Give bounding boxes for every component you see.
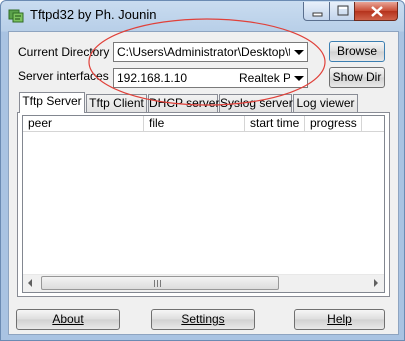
tab-tftp-client[interactable]: Tftp Client [86,94,147,112]
current-directory-label: Current Directory [18,45,110,59]
server-interfaces-label: Server interfaces [18,69,109,83]
settings-label: Settings [181,312,225,326]
scroll-left-icon[interactable] [23,275,40,292]
tab-syslog-server[interactable]: Syslog server [219,94,293,112]
tftpd32-app-icon [8,9,24,23]
current-directory-combo[interactable]: C:\Users\Administrator\Desktop\tftp [113,42,308,62]
window-title: Tftpd32 by Ph. Jounin [30,7,157,22]
tab-tftp-server[interactable]: Tftp Server [19,92,85,113]
column-header-peer[interactable]: peer [23,116,144,132]
column-header-extra [362,116,384,132]
minimize-button[interactable] [303,2,330,21]
column-header-progress[interactable]: progress [305,116,362,132]
settings-button[interactable]: Settings [151,309,255,330]
scroll-right-icon[interactable] [367,275,384,292]
tab-dhcp-server[interactable]: DHCP server [148,94,219,112]
title-bar[interactable]: Tftpd32 by Ph. Jounin [1,1,404,31]
help-label: Help [327,312,352,326]
app-window: Tftpd32 by Ph. Jounin Current Directory … [0,0,405,341]
about-button[interactable]: About [16,309,120,330]
chevron-down-icon[interactable] [290,69,307,87]
show-dir-button[interactable]: Show Dir [329,67,385,88]
help-button[interactable]: Help [294,309,385,330]
column-header-file[interactable]: file [144,116,245,132]
horizontal-scrollbar[interactable] [23,274,384,292]
chevron-down-icon[interactable] [290,43,307,61]
close-icon [371,6,383,17]
about-label: About [52,312,84,326]
server-interface-ip: 192.168.1.10 [117,71,188,85]
browse-button[interactable]: Browse [329,41,385,62]
current-directory-value: C:\Users\Administrator\Desktop\tftp [117,45,306,59]
grip-icon [154,280,163,287]
transfer-list[interactable]: peer file start time progress [22,115,385,293]
tftp-server-panel: peer file start time progress [17,112,390,297]
maximize-icon [337,5,349,16]
minimize-icon [312,12,323,17]
maximize-button[interactable] [329,2,355,21]
tab-log-viewer[interactable]: Log viewer [293,94,358,112]
scrollbar-thumb[interactable] [41,276,279,290]
server-interfaces-combo[interactable]: 192.168.1.10 Realtek PC [113,68,308,88]
main-panel: Current Directory C:\Users\Administrator… [8,31,399,335]
column-header-start-time[interactable]: start time [245,116,305,132]
close-button[interactable] [354,2,398,21]
